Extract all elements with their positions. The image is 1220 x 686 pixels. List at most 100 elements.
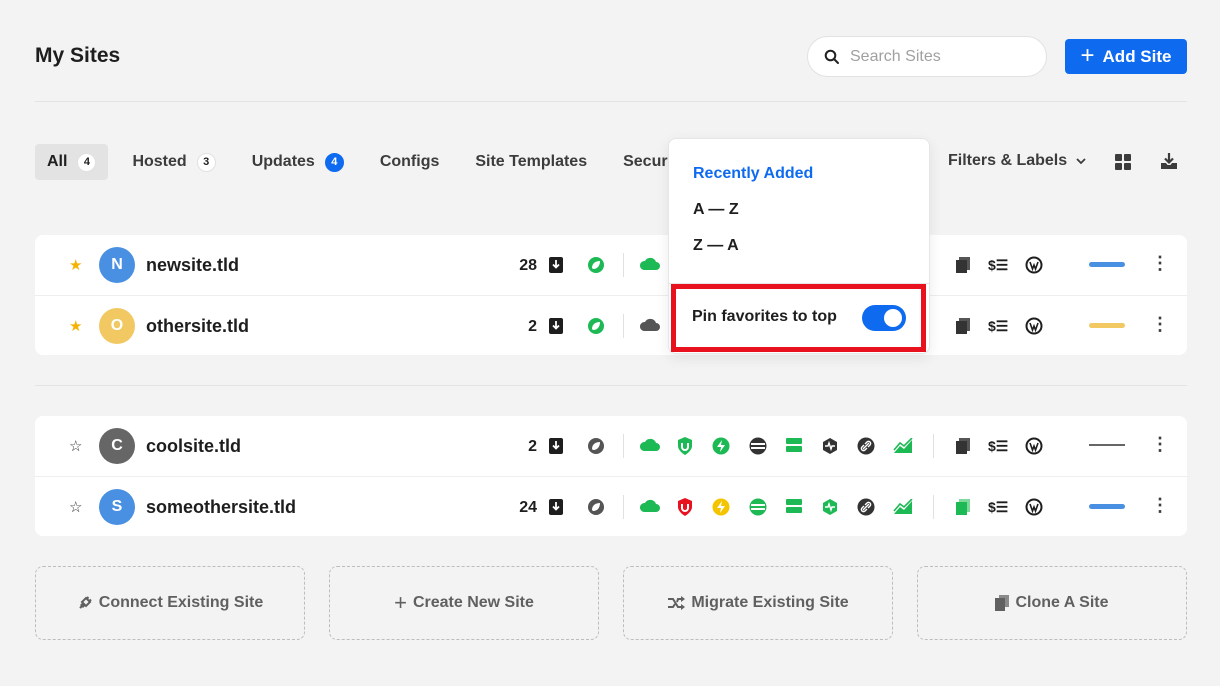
avatar: S xyxy=(99,489,135,525)
filters-labels-dropdown[interactable]: Filters & Labels xyxy=(948,152,1087,170)
copy-icon[interactable] xyxy=(955,256,971,274)
more-options-icon[interactable]: ⋮ xyxy=(1150,496,1170,514)
wordpress-icon[interactable] xyxy=(1025,437,1043,455)
site-name-link[interactable]: someothersite.tld xyxy=(146,497,296,518)
divider xyxy=(933,434,934,458)
migrate-existing-site-button[interactable]: Migrate Existing Site xyxy=(623,566,893,640)
tab-count-badge: 4 xyxy=(77,152,97,172)
performance-bolt-icon[interactable] xyxy=(712,498,730,516)
site-row-newsite[interactable]: ★ N newsite.tld 28 $☰ ⋮ xyxy=(35,235,1187,295)
billing-icon[interactable]: $☰ xyxy=(988,257,1008,274)
copy-icon[interactable] xyxy=(955,317,971,335)
server-icon[interactable] xyxy=(785,437,803,453)
site-row-coolsite[interactable]: ☆ C coolsite.tld 2 $☰ ⋮ xyxy=(35,416,1187,476)
other-sites-list: ☆ C coolsite.tld 2 $☰ ⋮ ☆ S someothersit… xyxy=(35,416,1187,536)
sort-option-recently-added[interactable]: Recently Added xyxy=(693,165,813,183)
site-name-link[interactable]: newsite.tld xyxy=(146,255,239,276)
cloud-icon[interactable] xyxy=(639,318,661,332)
more-options-icon[interactable]: ⋮ xyxy=(1150,254,1170,272)
add-site-button[interactable]: + Add Site xyxy=(1065,39,1187,74)
shield-icon[interactable] xyxy=(676,497,694,517)
update-count: 28 xyxy=(519,257,537,274)
tab-hosted[interactable]: Hosted 3 xyxy=(120,144,227,180)
copy-icon[interactable] xyxy=(955,498,971,516)
wordpress-icon[interactable] xyxy=(1025,498,1043,516)
status-line xyxy=(1089,444,1125,446)
more-options-icon[interactable]: ⋮ xyxy=(1150,315,1170,333)
search-box[interactable] xyxy=(807,36,1047,77)
tab-count-badge: 3 xyxy=(196,152,216,172)
database-icon[interactable] xyxy=(749,498,767,516)
shield-icon[interactable] xyxy=(676,436,694,456)
add-site-label: Add Site xyxy=(1102,46,1172,66)
site-name-link[interactable]: othersite.tld xyxy=(146,316,249,337)
action-label: Connect Existing Site xyxy=(98,594,264,611)
tab-label: Secur xyxy=(623,153,668,170)
uptime-monitor-icon[interactable] xyxy=(821,498,839,516)
updates-download-icon[interactable] xyxy=(548,317,564,335)
wordpress-icon[interactable] xyxy=(1025,256,1043,274)
cloud-icon[interactable] xyxy=(639,499,661,513)
leaf-icon[interactable] xyxy=(587,498,605,516)
favorite-star-icon[interactable]: ★ xyxy=(69,256,82,274)
database-icon[interactable] xyxy=(749,437,767,455)
more-options-icon[interactable]: ⋮ xyxy=(1150,435,1170,453)
sort-option-a-z[interactable]: A — Z xyxy=(693,201,739,219)
updates-download-icon[interactable] xyxy=(548,256,564,274)
site-row-someothersite[interactable]: ☆ S someothersite.tld 24 $☰ ⋮ xyxy=(35,476,1187,536)
tab-label: Hosted xyxy=(132,153,187,170)
grid-view-icon[interactable] xyxy=(1115,154,1131,170)
favorite-star-icon[interactable]: ★ xyxy=(69,317,82,335)
page-title: My Sites xyxy=(35,44,121,67)
filters-label: Filters & Labels xyxy=(948,152,1068,169)
site-name-link[interactable]: coolsite.tld xyxy=(146,436,241,457)
sort-option-z-a[interactable]: Z — A xyxy=(693,237,739,255)
avatar: O xyxy=(99,308,135,344)
leaf-icon[interactable] xyxy=(587,317,605,335)
plus-icon: + xyxy=(1080,41,1095,69)
highlight-box xyxy=(671,284,926,352)
copy-icon xyxy=(995,595,1010,611)
status-bar xyxy=(1089,262,1125,267)
tab-label: Configs xyxy=(379,153,440,170)
search-icon xyxy=(824,49,839,64)
favorite-star-outline-icon[interactable]: ☆ xyxy=(69,498,82,516)
wordpress-icon[interactable] xyxy=(1025,317,1043,335)
tab-count-badge: 4 xyxy=(324,152,344,172)
site-tabs: All 4 Hosted 3 Updates 4 Configs Site Te… xyxy=(35,144,692,180)
connect-existing-site-button[interactable]: Connect Existing Site xyxy=(35,566,305,640)
tab-updates[interactable]: Updates 4 xyxy=(240,144,356,180)
avatar: C xyxy=(99,428,135,464)
tab-label: All xyxy=(47,153,68,170)
billing-icon[interactable]: $☰ xyxy=(988,318,1008,335)
action-label: Clone A Site xyxy=(1015,594,1109,611)
divider xyxy=(623,434,624,458)
tab-configs[interactable]: Configs xyxy=(368,144,452,180)
analytics-chart-icon[interactable] xyxy=(893,438,913,454)
tab-site-templates[interactable]: Site Templates xyxy=(463,144,599,180)
updates-download-icon[interactable] xyxy=(548,437,564,455)
billing-icon[interactable]: $☰ xyxy=(988,499,1008,516)
tab-all[interactable]: All 4 xyxy=(35,144,109,180)
clone-a-site-button[interactable]: Clone A Site xyxy=(917,566,1187,640)
search-input[interactable] xyxy=(850,47,1030,66)
leaf-icon[interactable] xyxy=(587,256,605,274)
cloud-icon[interactable] xyxy=(639,438,661,452)
server-icon[interactable] xyxy=(785,498,803,514)
site-row-othersite[interactable]: ★ O othersite.tld 2 $☰ ⋮ xyxy=(35,295,1187,355)
status-bar xyxy=(1089,323,1125,328)
cloud-icon[interactable] xyxy=(639,257,661,271)
billing-icon[interactable]: $☰ xyxy=(988,438,1008,455)
create-new-site-button[interactable]: + Create New Site xyxy=(329,566,599,640)
leaf-icon[interactable] xyxy=(587,437,605,455)
analytics-chart-icon[interactable] xyxy=(893,499,913,515)
copy-icon[interactable] xyxy=(955,437,971,455)
download-icon[interactable] xyxy=(1159,151,1179,171)
performance-bolt-icon[interactable] xyxy=(712,437,730,455)
link-icon[interactable] xyxy=(857,437,875,455)
link-icon[interactable] xyxy=(857,498,875,516)
favorite-star-outline-icon[interactable]: ☆ xyxy=(69,437,82,455)
updates-download-icon[interactable] xyxy=(548,498,564,516)
plug-icon xyxy=(79,596,92,609)
uptime-monitor-icon[interactable] xyxy=(821,437,839,455)
